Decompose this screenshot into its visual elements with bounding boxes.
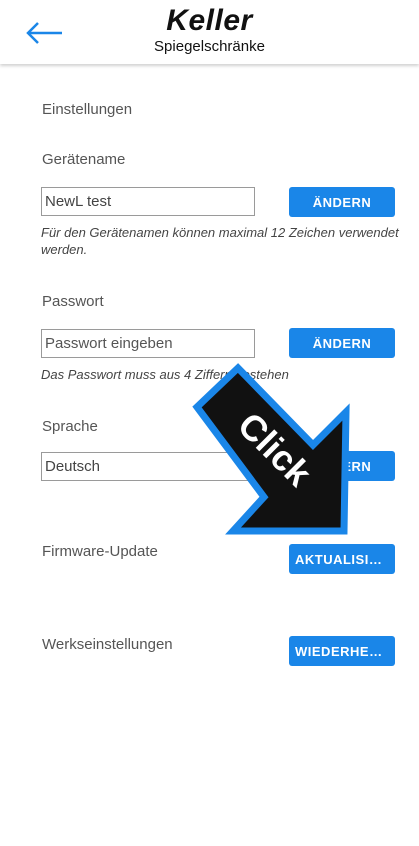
click-arrow-annotation: Click <box>192 363 350 535</box>
